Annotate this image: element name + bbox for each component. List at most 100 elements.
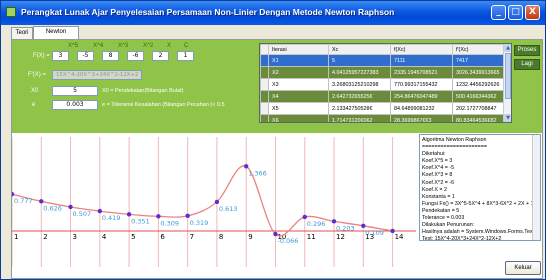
data-label: 0.777 (14, 197, 33, 205)
data-point (273, 231, 278, 237)
algorithm-scrollbar[interactable] (532, 135, 540, 240)
table-header-row: Iterasi Xc f(Xc) f'(Xc) (260, 44, 506, 55)
proses-button[interactable]: Proses (514, 45, 540, 56)
x0-label: X0 (31, 88, 39, 94)
table-cell: 2.13342750528€ (328, 102, 391, 115)
table-row[interactable]: X4 2.64273265525€ 254.86476047489 500.41… (260, 90, 506, 103)
data-point (156, 214, 161, 219)
table-cell: X2 (268, 66, 329, 79)
data-point (361, 223, 366, 228)
coef-x3-input[interactable]: 8 (102, 51, 119, 61)
coef-header-x: X (167, 43, 172, 49)
table-cell: 2335.1945708521 (390, 66, 453, 79)
table-cell: X4 (268, 90, 329, 103)
data-point (390, 228, 395, 234)
table-cell: 4.04125957227383 (328, 66, 391, 79)
scroll-thumb[interactable] (505, 53, 511, 99)
data-label: 0.613 (219, 205, 238, 213)
derivative-label: F'(X) = (28, 72, 46, 78)
coef-header-x5: X^5 (68, 43, 79, 49)
data-label: 0.319 (190, 219, 209, 227)
scroll-up-icon[interactable]: ▲ (504, 44, 511, 52)
table-cell: 2.64273265525€ (328, 90, 391, 103)
tolerance-hint: e = Toleransi Kesalahan (Bilangan Pecaha… (102, 102, 225, 108)
coef-header-x3: X^3 (118, 43, 129, 49)
x-tick-label: 5 (131, 233, 135, 241)
data-point (126, 212, 132, 217)
data-label: 0.109 (365, 229, 384, 237)
data-label: 0.507 (73, 210, 92, 218)
coef-x5-input[interactable]: 3 (52, 51, 69, 61)
col-iterasi[interactable]: Iterasi (268, 44, 329, 55)
col-fxc[interactable]: f(Xc) (390, 44, 453, 55)
data-label: -0.066 (277, 237, 298, 245)
tab-page-newton-raphson: X^5 X^4 X^3 X^2 X C F(X) = 3 -5 8 -6 2 1… (9, 39, 543, 279)
table-row[interactable]: X3 3.26803125210298 770.99317155432 1232… (260, 78, 506, 91)
data-point (331, 219, 337, 224)
table-row[interactable]: X5 2.13342750528€ 84.64899081232 202.172… (260, 102, 506, 115)
coef-c-input[interactable]: 1 (177, 51, 194, 61)
fx-label: F(X) = (33, 53, 50, 59)
lagi-button[interactable]: Lagi (514, 59, 540, 70)
coef-x-input[interactable]: 2 (152, 51, 169, 61)
table-row[interactable]: X2 4.04125957227383 2335.1945708521 3026… (260, 66, 506, 79)
keluar-button[interactable]: Keluar (505, 261, 541, 275)
table-cell: 7111 (390, 54, 453, 67)
x-tick-label: 1 (14, 233, 18, 241)
x-tick-label: 7 (190, 233, 194, 241)
coef-header-x2: X^2 (143, 43, 154, 49)
x-tick-label: 2 (43, 233, 47, 241)
x-tick-label: 8 (219, 233, 223, 241)
tab-newton-raphson[interactable]: Newton Raphson (33, 26, 79, 46)
table-row[interactable]: X1 5 7111 7417 (260, 54, 506, 67)
coef-header-c: C (184, 43, 189, 49)
data-label: 1.366 (248, 169, 267, 177)
x0-input[interactable]: 5 (52, 86, 98, 96)
coef-x4-input[interactable]: -5 (77, 51, 94, 61)
iteration-chart: 1 2 3 4 5 6 7 8 9 10 11 12 13 14 0.777 0.626 0.507 0.419 0… (9, 135, 416, 267)
close-button[interactable]: X (525, 5, 540, 20)
col-dfxc[interactable]: f'(Xc) (452, 44, 506, 55)
data-label: 0.296 (307, 220, 326, 228)
coef-header-x4: X^4 (93, 43, 104, 49)
algorithm-textbox[interactable]: Algoritma Newton Raphson ===============… (419, 134, 541, 241)
table-cell: 80.83464536€82 (452, 114, 506, 122)
iteration-table[interactable]: Iterasi Xc f(Xc) f'(Xc) X1 5 7111 7417 X… (259, 43, 512, 123)
title-bar: Perangkat Lunak Ajar Penyelesaian Persam… (1, 1, 545, 25)
window-title: Perangkat Lunak Ajar Penyelesaian Persam… (21, 7, 395, 17)
tab-teori[interactable]: Teori (11, 27, 33, 39)
minimize-button[interactable]: _ (491, 5, 506, 20)
data-point (39, 199, 44, 204)
table-cell: 500.4166344362 (452, 90, 506, 103)
coef-x2-input[interactable]: -6 (127, 51, 144, 61)
data-point (97, 208, 103, 214)
x-tick-label: 9 (248, 233, 252, 241)
data-point (9, 191, 15, 197)
input-panel: X^5 X^4 X^3 X^2 X C F(X) = 3 -5 8 -6 2 1… (12, 40, 542, 133)
table-row[interactable]: X6 1.71473120€062 28.3699867€€3 80.83464… (260, 114, 506, 122)
table-cell: 7417 (452, 54, 506, 67)
table-cell: 5 (328, 54, 391, 67)
data-point (68, 204, 73, 210)
scroll-down-icon[interactable]: ▼ (504, 114, 511, 122)
x0-hint: X0 = Pendekatan(Bilangan Bulat) (102, 88, 184, 94)
x-tick-label: 12 (336, 233, 345, 241)
data-point (244, 164, 249, 169)
col-xc[interactable]: Xc (328, 44, 391, 55)
app-icon (6, 7, 16, 17)
x-tick-label: 3 (73, 233, 77, 241)
data-label: 0.309 (160, 219, 179, 227)
chart-svg: 1 2 3 4 5 6 7 8 9 10 11 12 13 140.7770.6260.5070.419 0… (9, 137, 416, 267)
x-tick-label: 4 (102, 233, 107, 241)
table-scrollbar[interactable]: ▲ ▼ (503, 44, 511, 122)
data-label: 0.626 (43, 204, 62, 212)
tolerance-input[interactable]: 0.003 (52, 100, 98, 110)
x-tick-label: 11 (307, 233, 316, 241)
data-label: 0.351 (131, 217, 150, 225)
maximize-button[interactable]: □ (508, 5, 523, 20)
x-tick-label: 6 (160, 233, 165, 241)
data-label: 0.203 (336, 224, 355, 232)
table-cell: 3026.3439913665 (452, 66, 506, 79)
table-cell: X3 (268, 78, 329, 91)
table-cell: 254.86476047489 (390, 90, 453, 103)
